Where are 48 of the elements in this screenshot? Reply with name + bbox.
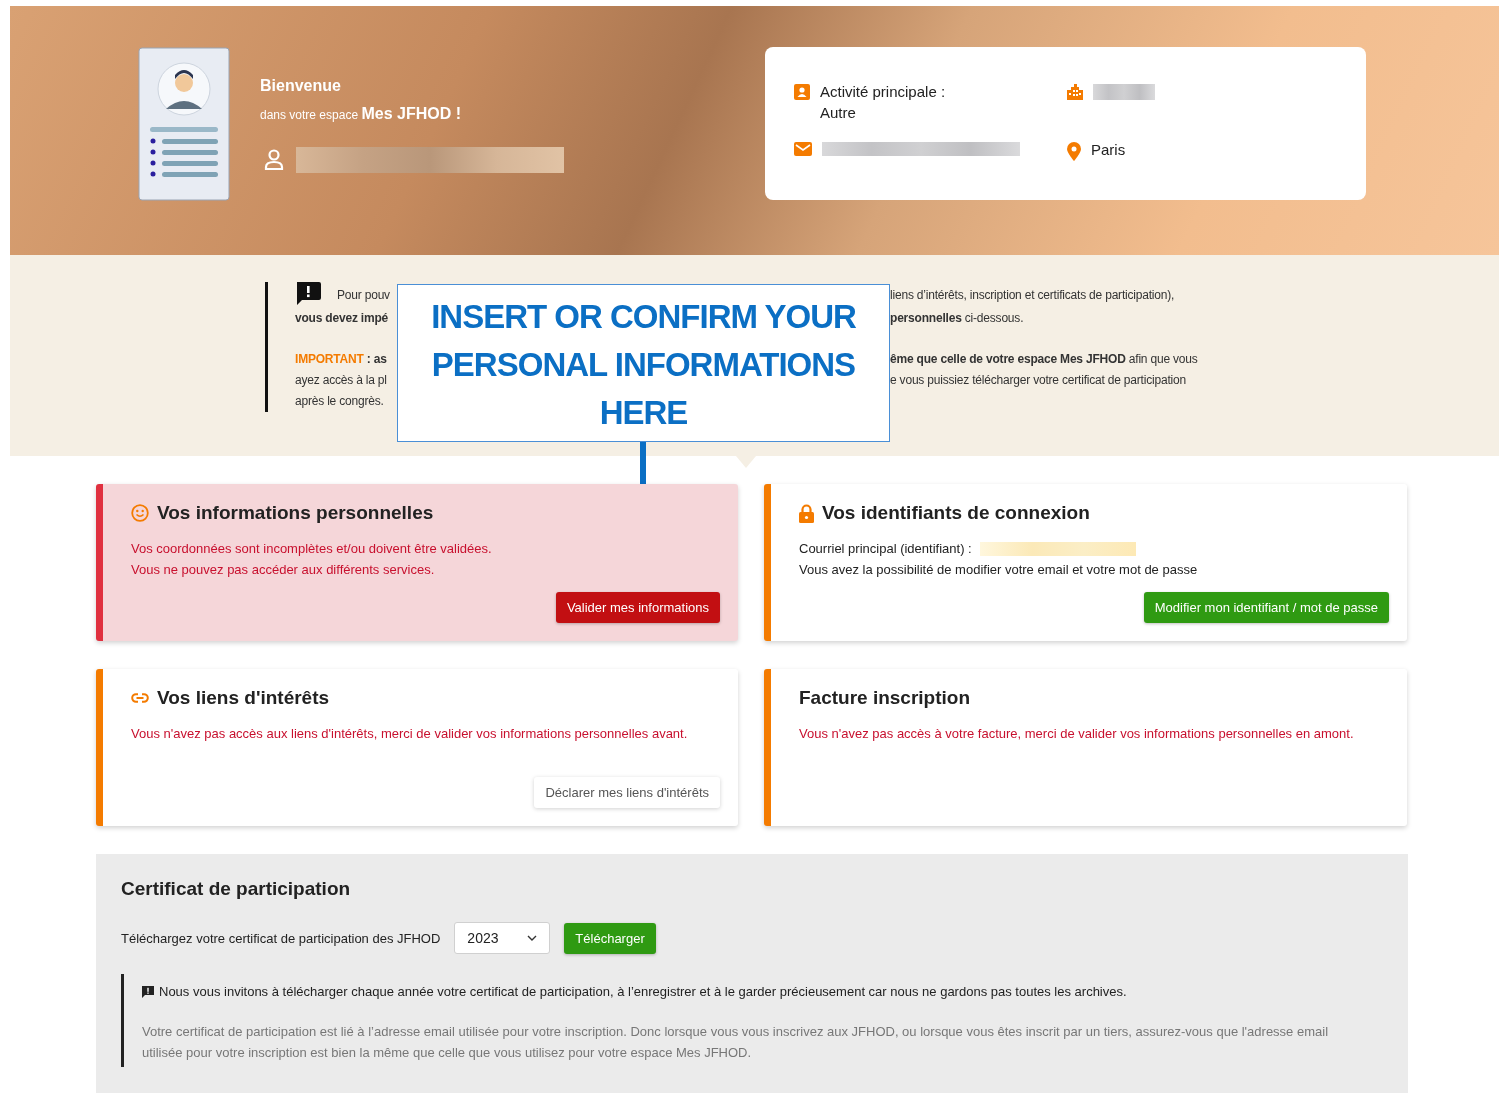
location-pin-icon	[1067, 142, 1081, 161]
important-label: IMPORTANT	[295, 352, 364, 366]
notice-text: après le congrès.	[295, 394, 384, 408]
notice-text: liens d’intérêts, inscription et certificats de participation),	[890, 288, 1175, 302]
link-icon	[131, 693, 149, 703]
mail-icon	[794, 142, 812, 156]
notice-text: vous devez impé	[295, 311, 389, 325]
message-alert-icon	[295, 282, 321, 306]
notice-text: Pour pouv	[337, 288, 390, 302]
lock-icon	[799, 503, 814, 523]
welcome-title: Bienvenue	[260, 77, 342, 95]
welcome-subtitle: dans votre espace	[260, 108, 359, 122]
download-button[interactable]: Télécharger	[564, 922, 656, 954]
card-title: Vos identifiants de connexion	[822, 502, 1090, 524]
certificate-title: Certificat de participation	[121, 878, 352, 900]
card-title: Facture inscription	[799, 687, 971, 709]
redacted-organization	[1093, 84, 1155, 100]
card-text: Vous avez la possibilité de modifier votre email et votre mot de passe	[799, 561, 1198, 579]
notice-text: personnelles ci-dessous.	[890, 311, 1024, 325]
card-text: Vous n'avez pas accès à votre facture, merci de valider vos informations personnelles en amont.	[799, 725, 1354, 743]
certificate-prompt: Téléchargez votre certificat de participation des JFHOD	[121, 930, 441, 946]
smiley-icon	[131, 504, 149, 522]
person-badge-icon	[794, 84, 810, 100]
city: Paris	[1091, 140, 1126, 160]
certificate-note: Nous vous invitons à télécharger chaque année votre certificat de participation, à l’enregistrer et à le garder précieusement car nous ne gardons pas toutes les archives.	[159, 984, 1127, 999]
card-text: Vos coordonnées sont incomplètes et/ou doivent être validées.	[131, 540, 492, 558]
activity-label: Activité principale :	[820, 82, 946, 102]
activity-value: Autre	[820, 103, 857, 123]
notice-text: : as	[366, 352, 387, 366]
card-text: Vous n'avez pas accès aux liens d'intérêts, merci de valider vos informations personnelles avant.	[131, 725, 688, 743]
chevron-down-icon	[527, 935, 538, 941]
notice-text: e vous puissiez télécharger votre certificat de participation	[890, 373, 1186, 387]
year-select[interactable]: 2023	[454, 922, 551, 954]
message-alert-icon	[142, 985, 154, 998]
card-title: Vos liens d'intérêts	[157, 687, 330, 709]
callout-box: INSERT OR CONFIRM YOUR PERSONAL INFORMATIONS HERE	[397, 284, 890, 442]
action-button[interactable]: Modifier mon identifiant / mot de passe	[1143, 592, 1389, 623]
action-button[interactable]: Valider mes informations	[555, 592, 720, 623]
card-title: Vos informations personnelles	[157, 502, 434, 524]
certificate-details: Votre certificat de participation est lié à l’adresse email utilisée pour votre inscription. Donc lorsque vous vous inscrivez aux JFHOD, ou lorsque vous êtes inscrit par un tiers, assurez-vous que l'adresse email utilisée pour votre inscription est bien la même que celle que vous utilisez pour votre espace Mes JFHOD.	[142, 1023, 1330, 1062]
user-icon	[264, 149, 284, 171]
action-button[interactable]: Déclarer mes liens d'intérêts	[534, 777, 720, 808]
notice-text: ême que celle de votre espace Mes JFHOD afin que vous	[890, 352, 1198, 366]
building-icon	[1067, 84, 1083, 100]
card-text: Vous ne pouvez pas accéder aux différents services.	[131, 561, 435, 579]
card-text: Courriel principal (identifiant) :	[799, 540, 972, 558]
notice-text: ayez accès à la pl	[295, 373, 387, 387]
space-name: Mes JFHOD !	[361, 105, 461, 122]
